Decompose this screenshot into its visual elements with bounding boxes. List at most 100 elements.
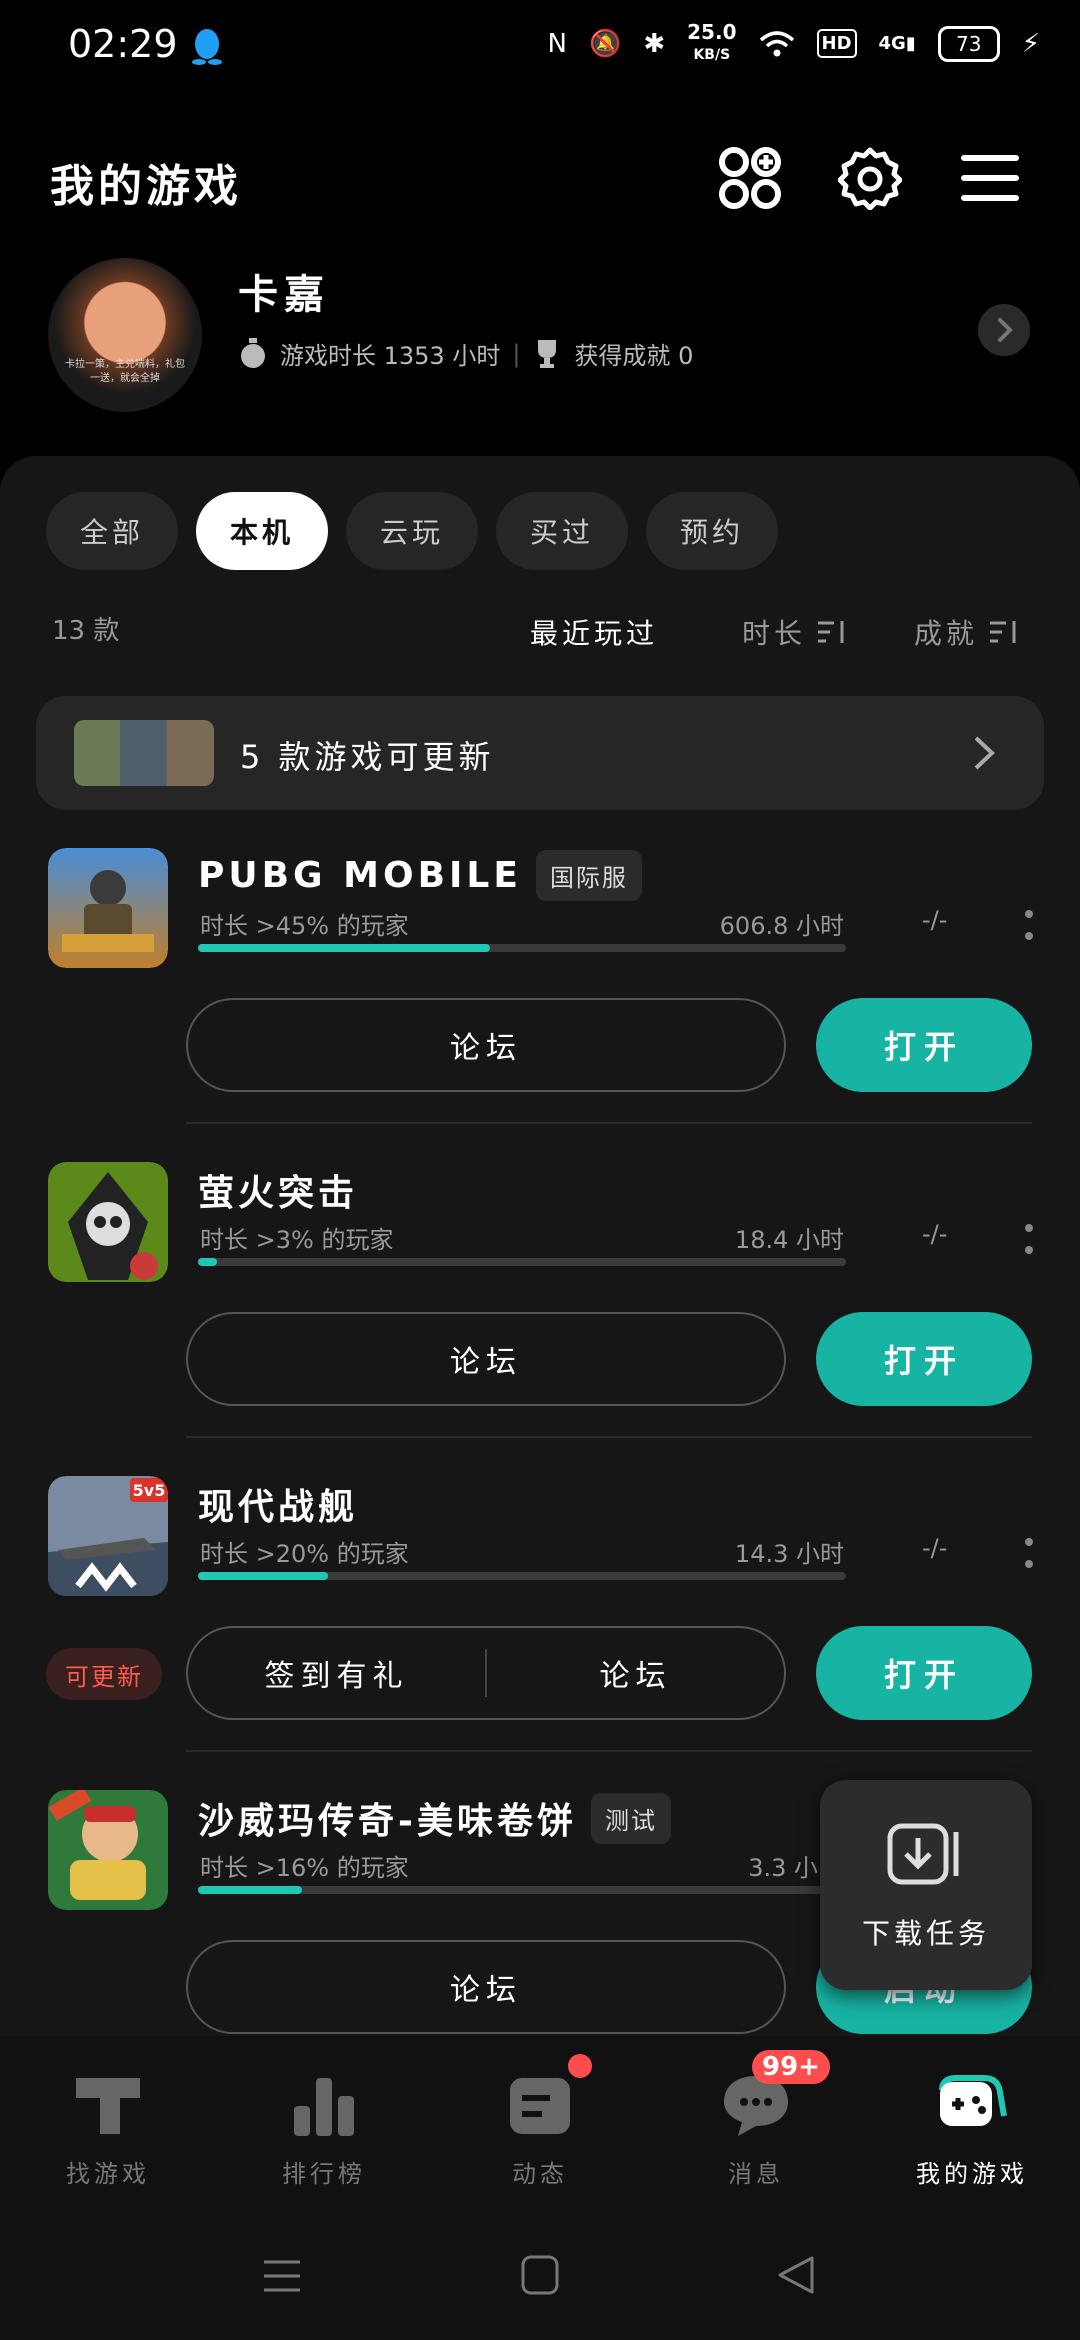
game-name: PUBG MOBILE — [198, 855, 522, 896]
sort-recent[interactable]: 最近玩过 — [530, 612, 658, 652]
playtime-progress-fill — [198, 944, 490, 952]
game-hours: 3.3 小 — [748, 1854, 818, 1882]
gear-icon[interactable] — [838, 146, 902, 210]
battery-icon: 73 — [937, 25, 1000, 62]
playtime-text: 游戏时长 1353 小时 — [280, 342, 501, 370]
menu-icon[interactable] — [958, 146, 1022, 210]
nav-label: 动态 — [512, 2160, 568, 2188]
wifi-icon — [759, 30, 794, 56]
game-rank: -/- — [922, 906, 948, 934]
filter-tabs: 全部 本机 云玩 买过 预约 — [46, 492, 778, 570]
game-hours: 14.3 小时 — [734, 1540, 844, 1568]
playtime-progress — [198, 944, 846, 952]
more-icon[interactable] — [1024, 1536, 1034, 1570]
profile-arrow-icon[interactable] — [978, 304, 1030, 356]
playtime-percentile: 时长 >3% 的玩家 — [200, 1226, 394, 1254]
trophy-icon — [538, 339, 557, 368]
nav-leaderboard[interactable]: 排行榜 — [216, 2036, 432, 2216]
recent-apps-icon[interactable] — [262, 2256, 302, 2296]
download-task-label: 下载任务 — [861, 1917, 990, 1950]
notification-dot — [568, 2054, 592, 2078]
open-button[interactable]: 打开 — [816, 998, 1032, 1092]
nav-my-games[interactable]: 我的游戏 — [864, 2036, 1080, 2216]
game-name: 现代战舰 — [198, 1487, 359, 1528]
bluetooth-icon: ✱ — [643, 28, 666, 59]
leaderboard-icon — [294, 2078, 354, 2136]
tab-reserved[interactable]: 预约 — [646, 492, 778, 570]
status-bar: 02:29 N 🔕 ✱ 25.0 KB/S HD 4G▮ 73 ⚡ — [0, 0, 1080, 100]
stopwatch-icon — [241, 337, 265, 368]
game-item[interactable]: PUBG MOBILE 国际服 时长 >45% 的玩家 606.8 小时 -/-… — [0, 840, 1080, 1154]
sort-achievement[interactable]: 成就 — [914, 612, 1018, 652]
sort-icon — [990, 621, 1016, 643]
signal-icon: 4G▮ — [878, 33, 916, 54]
forum-button[interactable]: 论坛 — [487, 1651, 784, 1695]
mute-icon: 🔕 — [588, 28, 622, 59]
hd-badge: HD — [816, 29, 857, 58]
feed-icon — [510, 2078, 570, 2134]
more-icon[interactable] — [1024, 1222, 1034, 1256]
nav-feed[interactable]: 动态 — [432, 2036, 648, 2216]
tab-cloud[interactable]: 云玩 — [346, 492, 478, 570]
server-badge: 国际服 — [535, 850, 642, 901]
avatar[interactable]: 卡拉一策，主兑喘料，礼包一送，就会全掉 — [48, 258, 202, 412]
game-name: 萤火突击 — [198, 1173, 359, 1214]
nav-label: 我的游戏 — [916, 2160, 1028, 2188]
game-icon-text: 5v5 — [133, 1481, 166, 1500]
game-rank: -/- — [922, 1534, 948, 1562]
game-name: 沙威玛传奇-美味卷饼 — [198, 1801, 577, 1842]
download-icon — [887, 1823, 959, 1885]
update-thumbnails — [74, 720, 214, 786]
playtime-progress — [198, 1572, 846, 1580]
nav-label: 消息 — [728, 2160, 784, 2188]
back-icon[interactable] — [776, 2254, 816, 2296]
updatable-badge[interactable]: 可更新 — [46, 1648, 162, 1700]
divider — [186, 1122, 1032, 1124]
sort-icon — [818, 621, 844, 643]
tab-local[interactable]: 本机 — [196, 492, 328, 570]
tab-all[interactable]: 全部 — [46, 492, 178, 570]
apps-add-icon[interactable] — [718, 146, 782, 210]
nfc-icon: N — [547, 28, 567, 59]
game-item[interactable]: 5v5 现代战舰 时长 >20% 的玩家 14.3 小时 -/- 可更新 签到有… — [0, 1468, 1080, 1782]
page-title: 我的游戏 — [50, 161, 242, 212]
divider — [186, 1436, 1032, 1438]
more-icon[interactable] — [1024, 908, 1034, 942]
status-time: 02:29 — [68, 22, 178, 66]
bottom-nav: 找游戏 排行榜 动态 消息 我的游戏 99+ — [0, 2036, 1080, 2216]
playtime-progress-fill — [198, 1886, 302, 1894]
game-rank: -/- — [922, 1220, 948, 1248]
open-button[interactable]: 打开 — [816, 1312, 1032, 1406]
system-nav-bar — [0, 2216, 1080, 2340]
firefly-game-icon — [48, 1162, 168, 1282]
update-banner-text: 5 款游戏可更新 — [240, 738, 495, 776]
playtime-progress — [198, 1258, 846, 1266]
my-games-icon — [939, 2075, 1007, 2126]
forum-button[interactable]: 论坛 — [186, 998, 786, 1092]
find-games-icon — [76, 2078, 140, 2134]
playtime-progress — [198, 1886, 846, 1894]
playtime-percentile: 时长 >45% 的玩家 — [200, 912, 409, 940]
game-count: 13 款 — [52, 616, 120, 646]
game-item[interactable]: 萤火突击 时长 >3% 的玩家 18.4 小时 -/- 论坛 打开 — [0, 1154, 1080, 1468]
home-icon[interactable] — [520, 2254, 560, 2296]
test-badge: 测试 — [590, 1792, 671, 1844]
sort-time[interactable]: 时长 — [742, 612, 846, 652]
download-task-button[interactable]: 下载任务 — [820, 1780, 1032, 1990]
pubg-game-icon — [48, 848, 168, 968]
charging-icon: ⚡ — [1021, 28, 1040, 59]
playtime-progress-fill — [198, 1572, 328, 1580]
checkin-button[interactable]: 签到有礼 — [188, 1651, 485, 1695]
tab-purchased[interactable]: 买过 — [496, 492, 628, 570]
checkin-forum-group: 签到有礼 论坛 — [186, 1626, 786, 1720]
open-button[interactable]: 打开 — [816, 1626, 1032, 1720]
network-speed: 25.0 KB/S — [687, 20, 737, 63]
forum-button[interactable]: 论坛 — [186, 1940, 786, 2034]
nav-find-games[interactable]: 找游戏 — [0, 2036, 216, 2216]
nav-label: 找游戏 — [66, 2160, 150, 2188]
user-name: 卡嘉 — [238, 272, 330, 318]
forum-button[interactable]: 论坛 — [186, 1312, 786, 1406]
playtime-progress-fill — [198, 1258, 218, 1266]
playtime-percentile: 时长 >20% 的玩家 — [200, 1540, 409, 1568]
update-banner[interactable]: 5 款游戏可更新 — [36, 696, 1044, 810]
